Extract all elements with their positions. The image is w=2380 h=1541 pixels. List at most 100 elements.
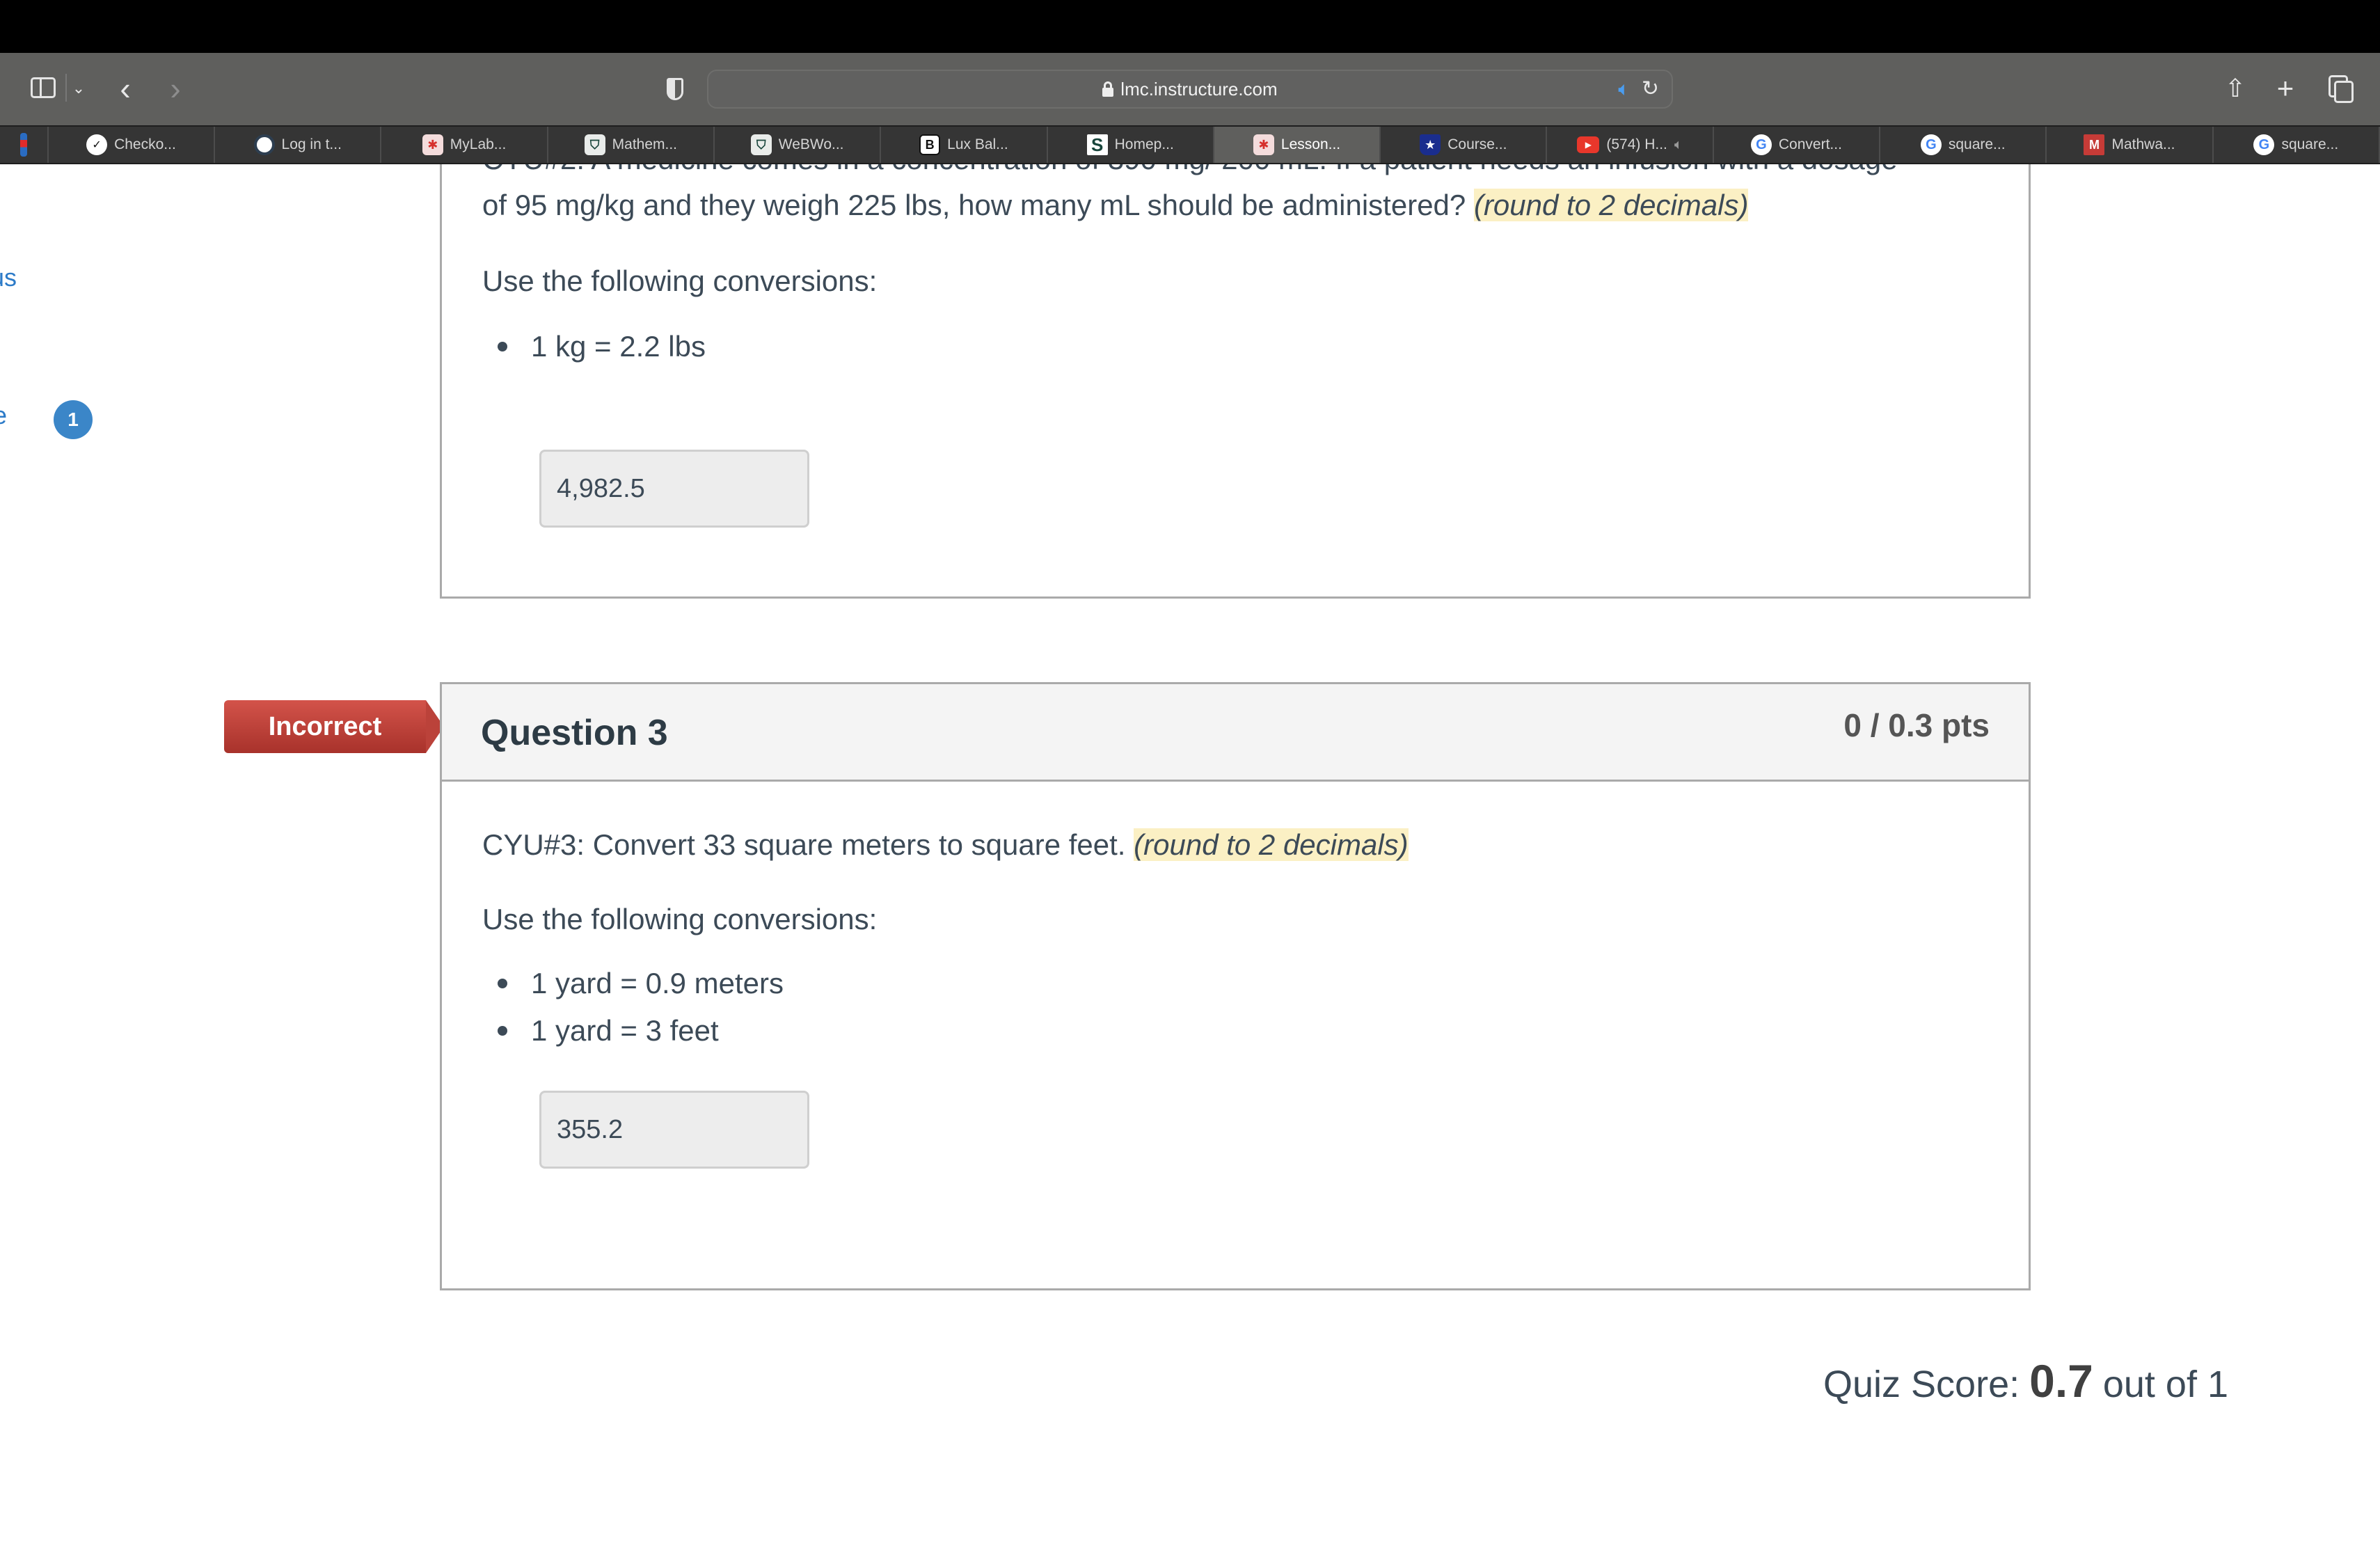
- tab-mathematics[interactable]: ⛉ Mathem...: [548, 127, 715, 163]
- tab-overview-button[interactable]: [2326, 72, 2354, 103]
- mylab-icon: ✱: [1253, 134, 1274, 155]
- conversion-text: 1 kg = 2.2 lbs: [531, 330, 706, 363]
- answer-field[interactable]: 4,982.5: [539, 450, 809, 528]
- conversion-text: 1 yard = 3 feet: [531, 1014, 719, 1047]
- tab-overview-icon: [2329, 75, 2354, 103]
- quiz-score: Quiz Score: 0.7 out of 1: [1823, 1354, 2228, 1407]
- rounding-hint: (round to 2 decimals): [1134, 828, 1409, 861]
- toolbar-divider: [65, 74, 67, 102]
- youtube-icon: ▶: [1577, 136, 1600, 153]
- tab-convert[interactable]: G Convert...: [1714, 127, 1881, 163]
- tab-mylab[interactable]: ✱ MyLab...: [381, 127, 548, 163]
- screen-top-band: [0, 0, 2380, 53]
- google-icon: G: [2253, 134, 2275, 155]
- tab-label: MyLab...: [450, 136, 507, 152]
- tab-square-2[interactable]: Gsquare...: [2214, 127, 2380, 163]
- speaker-icon[interactable]: 🔈︎: [1674, 137, 1683, 153]
- tab-mathway[interactable]: M Mathwa...: [2047, 127, 2214, 163]
- question-2-card: CYU#2: A medicine comes in a concentrati…: [440, 164, 2031, 599]
- tab-label: Mathem...: [612, 136, 678, 152]
- tab-webwork[interactable]: ⛉ WeBWo...: [715, 127, 882, 163]
- question-title: Question 3: [481, 713, 668, 753]
- tab-label: Convert...: [1778, 136, 1842, 152]
- bullet-icon: [498, 979, 507, 988]
- share-icon[interactable]: ⇧: [2221, 71, 2249, 106]
- sidebar-link[interactable]: us: [0, 263, 17, 292]
- speaker-icon[interactable]: 🔈︎: [1618, 78, 1630, 101]
- google-icon: G: [1750, 134, 1772, 155]
- privacy-shield-icon[interactable]: [661, 74, 689, 104]
- reload-icon[interactable]: ↻: [1642, 77, 1659, 101]
- tab-course[interactable]: ★ Course...: [1381, 127, 1548, 163]
- conversions-label: Use the following conversions:: [482, 264, 878, 297]
- quiz-score-value: 0.7: [2029, 1355, 2093, 1407]
- sidebar-link[interactable]: e: [0, 401, 7, 430]
- mathway-icon: M: [2084, 134, 2105, 155]
- mylab-icon: ✱: [422, 134, 443, 155]
- tab-label: (574) H...: [1606, 136, 1667, 152]
- incorrect-label: Incorrect: [224, 700, 426, 753]
- url-text: lmc.instructure.com: [1120, 78, 1278, 100]
- question-points: 0 / 0.3 pts: [1843, 707, 1990, 743]
- question-2-text-body: of 95 mg/kg and they weigh 225 lbs, how …: [482, 189, 1474, 221]
- question-2-text: CYU#2: A medicine comes in a concentrati…: [482, 164, 1898, 182]
- tab-login[interactable]: Log in t...: [215, 127, 382, 163]
- tab-label: square...: [1948, 136, 2006, 152]
- tab-homepage[interactable]: S Homep...: [1048, 127, 1214, 163]
- sidebar-icon: [31, 77, 56, 98]
- new-tab-button[interactable]: +: [2271, 71, 2299, 106]
- question-2-text-cont: of 95 mg/kg and they weigh 225 lbs, how …: [482, 182, 1749, 228]
- browser-toolbar: ⌄ ‹ › lmc.instructure.com 🔈︎ ↻ ⇧ +: [0, 53, 2380, 125]
- conversion-text: 1 yard = 0.9 meters: [531, 967, 784, 999]
- answer-field[interactable]: 355.2: [539, 1091, 809, 1169]
- google-icon: G: [1920, 134, 1942, 155]
- question-3-card: Question 3 0 / 0.3 pts CYU#3: Convert 33…: [440, 682, 2031, 1290]
- tab-label: Homep...: [1114, 136, 1174, 152]
- quiz-page: us e 1 CYU#2: A medicine comes in a conc…: [0, 164, 2380, 1541]
- incorrect-flag: Incorrect: [224, 700, 444, 753]
- soda-bottle-icon: [19, 133, 27, 157]
- tab-square-1[interactable]: Gsquare...: [1880, 127, 2047, 163]
- conversion-item: 1 kg = 2.2 lbs: [498, 323, 706, 370]
- conversions-list: 1 kg = 2.2 lbs: [498, 323, 706, 370]
- question-header: Question 3 0 / 0.3 pts: [442, 684, 2029, 782]
- s-logo-icon: S: [1086, 134, 1108, 155]
- question-3-text: CYU#3: Convert 33 square meters to squar…: [482, 822, 1409, 868]
- chevron-down-icon[interactable]: ⌄: [68, 77, 89, 100]
- quiz-score-suffix: out of 1: [2102, 1364, 2228, 1405]
- bullet-icon: [498, 1026, 507, 1036]
- tab-label: Lux Bal...: [947, 136, 1008, 152]
- forward-button[interactable]: ›: [161, 70, 189, 106]
- conversions-list: 1 yard = 0.9 meters 1 yard = 3 feet: [498, 960, 784, 1054]
- tab-label: Lesson...: [1280, 136, 1341, 152]
- spartan-icon: ⛉: [750, 134, 772, 155]
- tab-label: Log in t...: [281, 136, 342, 152]
- notification-badge: 1: [54, 400, 93, 439]
- tab-checkout[interactable]: ✓ Checko...: [49, 127, 216, 163]
- conversions-label: Use the following conversions:: [482, 903, 878, 935]
- tab-label: Mathwa...: [2111, 136, 2175, 152]
- tab-lux-bal[interactable]: B Lux Bal...: [881, 127, 1048, 163]
- quiz-score-label: Quiz Score:: [1823, 1364, 2020, 1405]
- lux-icon: B: [919, 134, 941, 155]
- nike-icon: ✓: [86, 134, 108, 155]
- rounding-hint: (round to 2 decimals): [1473, 189, 1749, 221]
- question-3-text-body: CYU#3: Convert 33 square meters to squar…: [482, 828, 1134, 861]
- tab-bar: ✓ Checko... Log in t... ✱ MyLab... ⛉ Mathem…: [0, 125, 2380, 164]
- tab-label: square...: [2281, 136, 2339, 152]
- spartan-icon: ⛉: [584, 134, 605, 155]
- shield-star-icon: ★: [1420, 134, 1441, 155]
- conversion-item: 1 yard = 0.9 meters: [498, 960, 784, 1007]
- tab-pinned[interactable]: [0, 127, 49, 163]
- tab-label: Course...: [1447, 136, 1507, 152]
- address-bar[interactable]: lmc.instructure.com 🔈︎ ↻: [707, 70, 1673, 109]
- sidebar-toggle-button[interactable]: [28, 72, 58, 103]
- tab-label: WeBWo...: [778, 136, 844, 152]
- back-button[interactable]: ‹: [111, 70, 139, 106]
- tab-lesson-active[interactable]: ✱ Lesson...: [1214, 127, 1381, 163]
- tab-youtube[interactable]: ▶ (574) H... 🔈︎: [1547, 127, 1714, 163]
- conversion-item: 1 yard = 3 feet: [498, 1007, 784, 1054]
- tab-label: Checko...: [114, 136, 176, 152]
- bullet-icon: [498, 342, 507, 351]
- lock-icon: [1102, 81, 1114, 97]
